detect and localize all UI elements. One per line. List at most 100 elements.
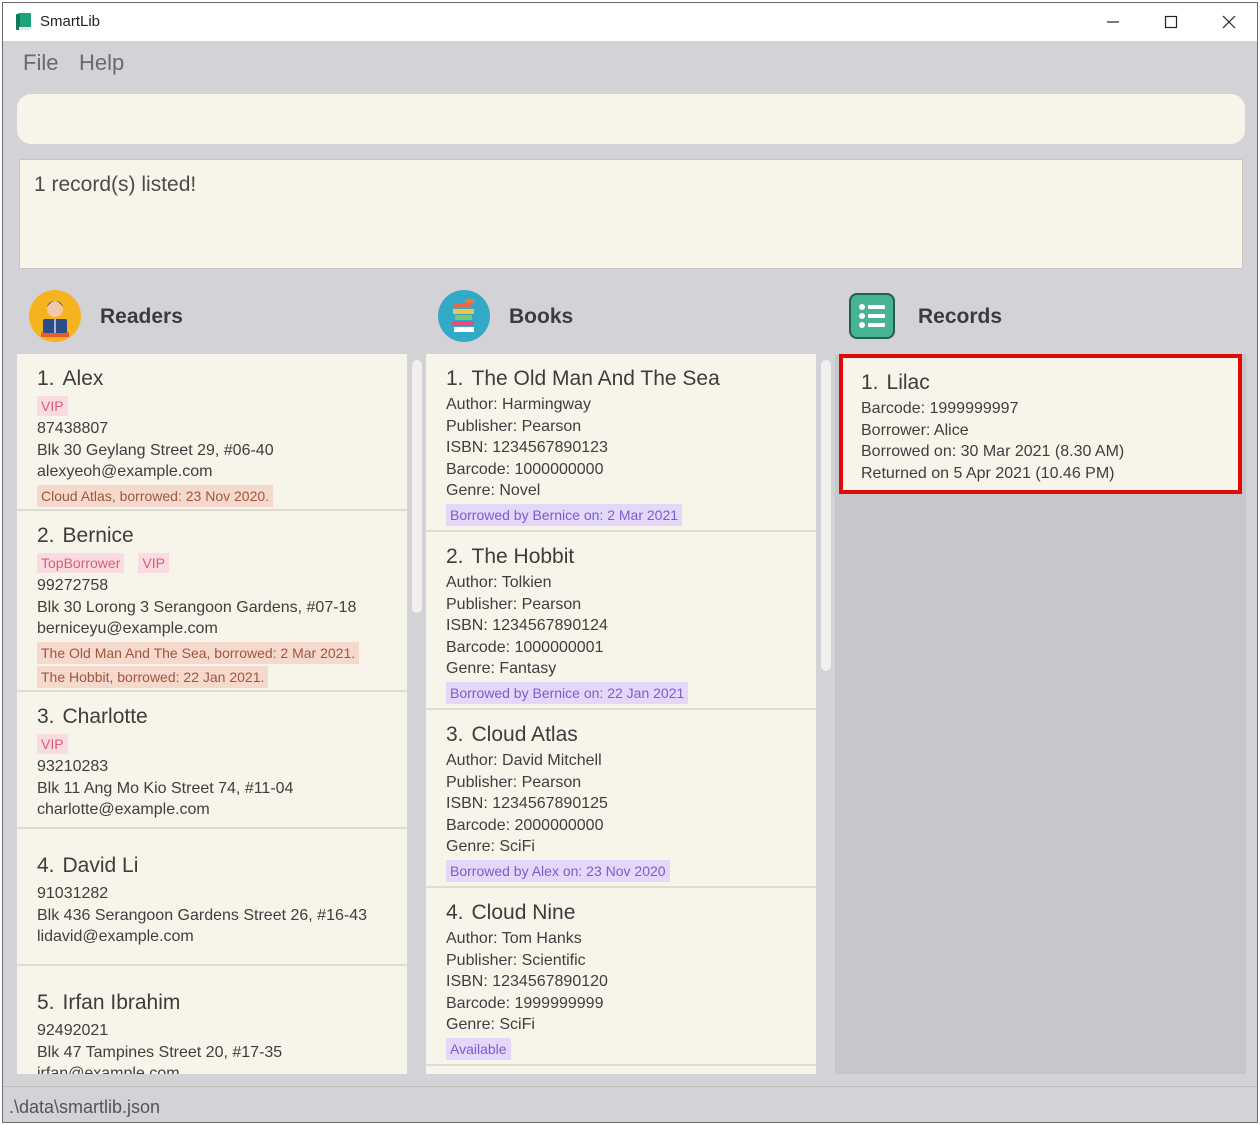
- app-window: SmartLib File Help 1 record(s) listed! R…: [2, 2, 1258, 1123]
- reader-email: charlotte@example.com: [37, 801, 210, 819]
- book-genre: Genre: SciFi: [446, 1016, 535, 1034]
- books-scrollbar[interactable]: [818, 354, 834, 1074]
- reader-address: Blk 11 Ang Mo Kio Street 74, #11-04: [37, 779, 294, 797]
- list-icon: [849, 293, 895, 339]
- tag-badge: VIP: [138, 553, 169, 573]
- readers-scroll-thumb[interactable]: [412, 360, 422, 613]
- record-barcode: Barcode: 1999999997: [861, 400, 1019, 417]
- reader-email: alexyeoh@example.com: [37, 463, 213, 481]
- maximize-icon: [1164, 15, 1178, 29]
- book-index: 4.: [446, 901, 464, 924]
- book-index: 3.: [446, 723, 464, 746]
- reader-index: 2.: [37, 524, 55, 547]
- book-publisher: Publisher: Scientific: [446, 951, 586, 969]
- book-card[interactable]: 1. The Old Man And The Sea Author: Harmin…: [426, 354, 816, 532]
- books-title: Books: [509, 305, 574, 328]
- book-author: Author: Tolkien: [446, 574, 552, 591]
- reader-phone: 87438807: [37, 420, 109, 437]
- books-scroll-thumb[interactable]: [821, 360, 831, 671]
- book-card[interactable]: 3. Cloud Atlas Author: David Mitchell Pub…: [426, 710, 816, 888]
- reader-phone: 99272758: [37, 577, 109, 594]
- book-card[interactable]: 4. Cloud Nine Author: Tom Hanks Publisher…: [426, 888, 816, 1066]
- reader-address: Blk 436 Serangoon Gardens Street 26, #16…: [37, 906, 367, 924]
- book-title: The Old Man And The Sea: [471, 367, 720, 390]
- book-status-badge: Borrowed by Alex on: 23 Nov 2020: [446, 859, 670, 882]
- tag-badge: VIP: [37, 734, 68, 754]
- reader-index: 4.: [37, 854, 55, 877]
- book-isbn: ISBN: 1234567890120: [446, 973, 608, 991]
- reader-index: 1.: [37, 367, 55, 390]
- book-title: Cloud Nine: [471, 901, 576, 924]
- reader-card[interactable]: 4. David Li 91031282 Blk 436 Serangoon Ga…: [17, 829, 407, 966]
- readers-scrollbar[interactable]: [409, 354, 425, 1074]
- borrowed-note: The Old Man And The Sea, borrowed: 2 Mar…: [37, 641, 360, 664]
- borrowed-note: The Hobbit, borrowed: 22 Jan 2021.: [37, 665, 269, 688]
- book-index: 2.: [446, 545, 464, 568]
- reader-address: Blk 30 Lorong 3 Serangoon Gardens, #07-1…: [37, 598, 357, 616]
- book-isbn: ISBN: 1234567890123: [446, 439, 608, 457]
- menu-help[interactable]: Help: [79, 50, 124, 76]
- minimize-button[interactable]: [1084, 3, 1142, 41]
- book-publisher: Publisher: Pearson: [446, 773, 582, 791]
- book-barcode: Barcode: 1000000000: [446, 460, 604, 478]
- reader-index: 5.: [37, 991, 55, 1014]
- close-icon: [1222, 15, 1236, 29]
- reader-name: David Li: [62, 854, 139, 877]
- reader-phone: 93210283: [37, 758, 109, 775]
- book-icon: [16, 13, 31, 30]
- book-card[interactable]: 2. The Hobbit Author: Tolkien Publisher: …: [426, 532, 816, 710]
- books-list[interactable]: 1. The Old Man And The Sea Author: Harmin…: [426, 354, 816, 1074]
- records-title: Records: [918, 305, 1003, 328]
- readers-list[interactable]: 1. Alex VIP 87438807 Blk 30 Geylang Stree…: [17, 354, 407, 1074]
- reader-email: irfan@example.com: [37, 1065, 180, 1074]
- books-header: Books: [437, 289, 817, 347]
- status-bar: .\data\smartlib.json: [3, 1086, 1257, 1122]
- book-index: 1.: [446, 367, 464, 390]
- book-status-badge: Borrowed by Bernice on: 2 Mar 2021: [446, 503, 683, 526]
- records-header: Records: [849, 289, 1229, 347]
- book-isbn: ISBN: 1234567890125: [446, 795, 608, 813]
- record-borrower: Borrower: Alice: [861, 421, 969, 439]
- data-file-path: .\data\smartlib.json: [9, 1097, 161, 1117]
- borrowed-note: Cloud Atlas, borrowed: 23 Nov 2020.: [37, 484, 274, 507]
- record-borrowed-on: Borrowed on: 30 Mar 2021 (8.30 AM): [861, 443, 1125, 461]
- reader-name: Bernice: [62, 524, 134, 547]
- result-message: 1 record(s) listed!: [34, 173, 197, 196]
- reader-email: lidavid@example.com: [37, 928, 194, 946]
- book-publisher: Publisher: Pearson: [446, 595, 582, 613]
- record-index: 1.: [861, 371, 879, 394]
- book-author: Author: Tom Hanks: [446, 930, 582, 947]
- book-genre: Genre: SciFi: [446, 838, 535, 856]
- book-author: Author: Harmingway: [446, 396, 591, 413]
- menu-bar: File Help: [3, 41, 1257, 89]
- book-barcode: Barcode: 1999999999: [446, 994, 604, 1012]
- records-list[interactable]: 1. Lilac Barcode: 1999999997 Borrower: Al…: [835, 354, 1246, 1074]
- minimize-icon: [1107, 21, 1119, 23]
- book-status-badge: Borrowed by Bernice on: 22 Jan 2021: [446, 681, 689, 704]
- readers-title: Readers: [100, 305, 183, 328]
- maximize-button[interactable]: [1142, 3, 1200, 41]
- reader-card[interactable]: 2. Bernice TopBorrower VIP 99272758 Blk 30…: [17, 511, 407, 692]
- reader-card[interactable]: 5. Irfan Ibrahim 92492021 Blk 47 Tampines…: [17, 966, 407, 1074]
- book-genre: Genre: Novel: [446, 482, 541, 500]
- close-button[interactable]: [1200, 3, 1257, 41]
- reader-name: Irfan Ibrahim: [62, 991, 181, 1014]
- menu-file[interactable]: File: [23, 50, 58, 76]
- reader-card[interactable]: 1. Alex VIP 87438807 Blk 30 Geylang Stree…: [17, 354, 407, 511]
- book-title: Cloud Atlas: [471, 723, 578, 746]
- record-returned-on: Returned on 5 Apr 2021 (10.46 PM): [861, 464, 1115, 482]
- reader-email: berniceyu@example.com: [37, 620, 218, 638]
- reader-avatar-icon: [29, 290, 81, 342]
- command-input[interactable]: [17, 94, 1245, 144]
- window-title: SmartLib: [40, 13, 101, 30]
- reader-name: Charlotte: [62, 705, 148, 728]
- reader-index: 3.: [37, 705, 55, 728]
- book-status-badge: Available: [446, 1037, 511, 1060]
- record-name: Lilac: [886, 371, 930, 394]
- reader-name: Alex: [62, 367, 104, 390]
- book-barcode: Barcode: 2000000000: [446, 816, 604, 834]
- record-card[interactable]: 1. Lilac Barcode: 1999999997 Borrower: Al…: [839, 354, 1242, 494]
- reader-card[interactable]: 3. Charlotte VIP 93210283 Blk 11 Ang Mo K…: [17, 692, 407, 829]
- title-bar: SmartLib: [3, 3, 1257, 41]
- reader-address: Blk 47 Tampines Street 20, #17-35: [37, 1043, 283, 1061]
